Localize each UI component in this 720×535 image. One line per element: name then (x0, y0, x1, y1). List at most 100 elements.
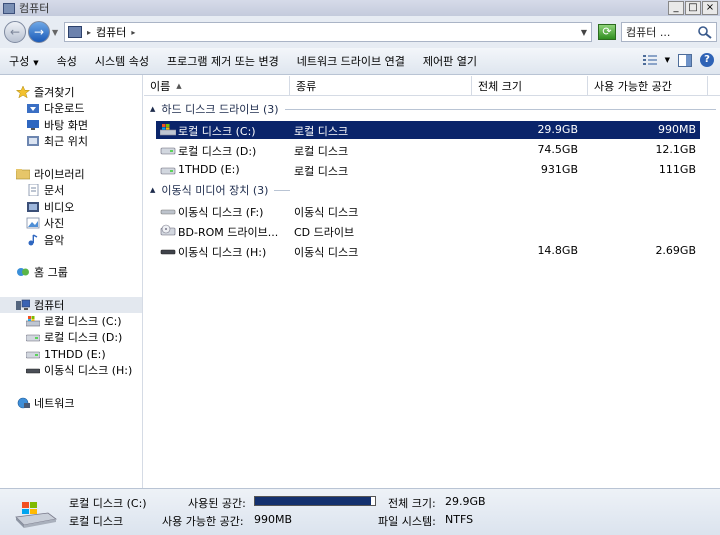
collapse-icon[interactable]: ▲ (150, 105, 155, 113)
nav-videos[interactable]: 비디오 (26, 199, 74, 215)
column-total-size[interactable]: 전체 크기 (472, 76, 588, 96)
details-fs-label: 파일 시스템: (378, 515, 436, 528)
breadcrumb[interactable]: ▸ 컴퓨터 ▸ ▼ (64, 22, 592, 42)
table-row[interactable]: BD-ROM 드라이브... CD 드라이브 (156, 222, 700, 240)
minimize-button[interactable]: _ (668, 1, 684, 15)
search-input[interactable] (626, 25, 696, 39)
address-bar: ← → ▼ ▸ 컴퓨터 ▸ ▼ ⟳ (0, 16, 720, 48)
drive-total-size: 29.9GB (537, 123, 578, 136)
table-row[interactable]: 이동식 디스크 (H:) 이동식 디스크 14.8GB 2.69GB (156, 242, 700, 260)
system-drive-icon (160, 124, 176, 136)
details-drive-type: 로컬 디스크 (69, 515, 124, 528)
documents-icon (28, 184, 39, 196)
chevron-right-icon[interactable]: ▸ (87, 28, 91, 37)
computer-icon (3, 2, 15, 14)
nav-music[interactable]: 음악 (26, 232, 64, 248)
nav-drive-e[interactable]: 1THDD (E:) (26, 346, 106, 362)
computer-icon (16, 299, 30, 310)
system-drive-icon (26, 316, 40, 327)
drive-type: 이동식 디스크 (294, 206, 359, 219)
drive-name: 이동식 디스크 (F:) (178, 206, 264, 219)
system-properties-button[interactable]: 시스템 속성 (86, 53, 158, 69)
library-icon (16, 169, 30, 180)
desktop-icon (27, 120, 39, 130)
hard-drive-icon (26, 351, 40, 359)
optical-drive-icon (160, 224, 176, 236)
column-type[interactable]: 종류 (290, 76, 472, 96)
hard-drive-icon (26, 334, 40, 342)
column-free-space[interactable]: 사용 가능한 공간 (588, 76, 708, 96)
drive-total-size: 74.5GB (537, 143, 578, 156)
command-bar: 구성 ▼ 속성 시스템 속성 프로그램 제거 또는 변경 네트워크 드라이브 연결… (0, 48, 720, 75)
group-divider (284, 108, 716, 110)
nav-libraries[interactable]: 라이브러리 (16, 166, 85, 182)
table-row[interactable]: 이동식 디스크 (F:) 이동식 디스크 (156, 202, 700, 220)
drive-free-space: 12.1GB (655, 143, 696, 156)
column-name[interactable]: 이름 ▲ (144, 76, 290, 96)
used-space-bar (254, 496, 376, 506)
nav-drive-c[interactable]: 로컬 디스크 (C:) (26, 313, 122, 329)
used-space-fill (255, 497, 372, 505)
downloads-folder-icon (27, 104, 39, 113)
system-drive-icon (15, 502, 57, 528)
nav-downloads[interactable]: 다운로드 (26, 100, 84, 116)
drive-total-size: 931GB (540, 163, 578, 176)
window-controls: _ □ × (668, 1, 718, 15)
uninstall-program-button[interactable]: 프로그램 제거 또는 변경 (158, 53, 288, 69)
drive-name: 로컬 디스크 (C:) (178, 125, 256, 138)
nav-documents[interactable]: 문서 (26, 182, 64, 198)
back-button[interactable]: ← (4, 21, 26, 43)
properties-button[interactable]: 속성 (48, 53, 86, 69)
drive-total-size: 14.8GB (537, 244, 578, 257)
homegroup-icon (17, 268, 29, 276)
drive-free-space: 2.69GB (655, 244, 696, 257)
navigation-pane: 즐겨찾기 다운로드 바탕 화면 최근 위치 라이브러리 문서 비디오 사진 음악… (0, 75, 143, 488)
hard-drive-icon (160, 147, 176, 155)
refresh-button[interactable]: ⟳ (598, 24, 616, 40)
table-row[interactable]: 로컬 디스크 (D:) 로컬 디스크 74.5GB 12.1GB (156, 141, 700, 159)
maximize-button[interactable]: □ (685, 1, 701, 15)
nav-favorites[interactable]: 즐겨찾기 (16, 84, 74, 100)
nav-pictures[interactable]: 사진 (26, 215, 64, 231)
recent-places-icon (27, 136, 39, 146)
breadcrumb-computer[interactable]: 컴퓨터 (96, 24, 126, 40)
group-header-removable[interactable]: ▲ 이동식 미디어 장치 (3) (150, 183, 716, 197)
nav-drive-h[interactable]: 이동식 디스크 (H:) (26, 362, 132, 378)
help-icon[interactable]: ? (700, 53, 714, 67)
open-control-panel-button[interactable]: 제어판 열기 (414, 53, 486, 69)
chevron-down-icon[interactable]: ▼ (581, 28, 587, 37)
drive-type: 이동식 디스크 (294, 246, 359, 259)
map-network-drive-button[interactable]: 네트워크 드라이브 연결 (288, 53, 414, 69)
search-field[interactable] (621, 22, 717, 42)
table-row[interactable]: 1THDD (E:) 로컬 디스크 931GB 111GB (156, 161, 700, 179)
search-icon[interactable] (697, 25, 713, 39)
close-button[interactable]: × (702, 1, 718, 15)
nav-recent-places[interactable]: 최근 위치 (26, 133, 88, 149)
drive-name: BD-ROM 드라이브... (178, 226, 279, 239)
details-total-value: 29.9GB (445, 495, 486, 508)
preview-pane-icon[interactable] (678, 53, 692, 67)
removable-drive-icon (160, 249, 176, 255)
nav-drive-d[interactable]: 로컬 디스크 (D:) (26, 329, 122, 345)
group-divider (274, 189, 291, 191)
chevron-down-icon[interactable]: ▼ (665, 56, 670, 64)
nav-desktop[interactable]: 바탕 화면 (26, 117, 88, 133)
nav-network[interactable]: 네트워크 (16, 395, 74, 411)
recent-pages-dropdown[interactable]: ▼ (52, 28, 58, 37)
removable-drive-icon (160, 209, 176, 215)
music-icon (28, 234, 38, 246)
forward-button[interactable]: → (28, 21, 50, 43)
drive-type: 로컬 디스크 (294, 165, 349, 178)
table-row[interactable]: 로컬 디스크 (C:) 로컬 디스크 29.9GB 990MB (156, 121, 700, 139)
nav-homegroup[interactable]: 홈 그룹 (16, 264, 68, 280)
organize-menu[interactable]: 구성 ▼ (0, 53, 48, 69)
chevron-down-icon: ▼ (33, 59, 39, 67)
collapse-icon[interactable]: ▲ (150, 186, 155, 194)
nav-computer[interactable]: 컴퓨터 (16, 297, 64, 313)
group-header-hdd[interactable]: ▲ 하드 디스크 드라이브 (3) (150, 102, 716, 116)
computer-icon (68, 26, 82, 38)
hard-drive-icon (160, 167, 176, 175)
chevron-right-icon[interactable]: ▸ (131, 28, 135, 37)
view-options-icon[interactable] (642, 54, 657, 66)
details-fs-value: NTFS (445, 513, 474, 526)
